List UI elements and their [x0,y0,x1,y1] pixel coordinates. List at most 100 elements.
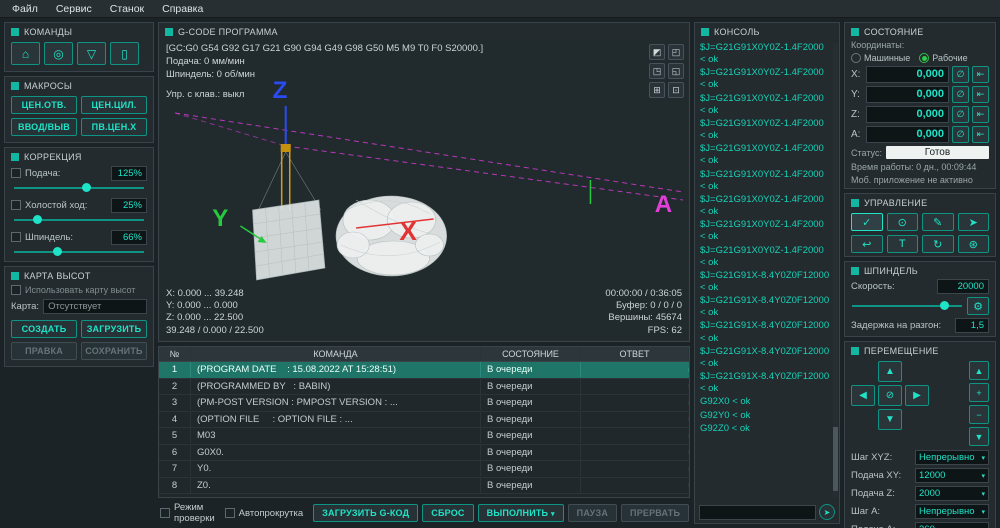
fit-selection-button[interactable]: ⊡ [668,82,684,98]
restart-button[interactable]: ↻ [922,235,954,253]
table-row[interactable]: 6 G0X0. В очереди [159,445,689,462]
console-scrollbar[interactable] [833,43,838,497]
console-send-button[interactable]: ➤ [819,504,835,520]
zero-axis-button[interactable]: ∅ [952,106,969,123]
restore-axis-button[interactable]: ⇤ [972,126,989,143]
table-header-cell[interactable]: КОМАНДА [191,347,481,361]
jog-a-minus-button[interactable]: − [969,405,989,424]
jog-a-plus-icon: + [976,388,981,398]
jog-setting-select[interactable]: 12000▾ [915,468,989,483]
heightmap-button[interactable]: ПРАВКА [11,342,77,360]
macro-button[interactable]: ЦЕН.ЦИЛ. [81,96,147,114]
fit-all-button[interactable]: ⊞ [649,82,665,98]
table-row[interactable]: 5 M03 В очереди [159,428,689,445]
spindle-settings-button[interactable]: ⚙ [967,297,989,315]
zero-axis-button[interactable]: ∅ [952,86,969,103]
search-button[interactable]: ⊙ [887,213,919,231]
table-row[interactable]: 3 (PM-POST VERSION : PMPOST VERSION : ..… [159,395,689,412]
view-left-button[interactable]: ◱ [668,63,684,79]
correction-value[interactable]: 125% [111,166,147,181]
table-row[interactable]: 8 Z0. В очереди [159,478,689,495]
panel-bullet-icon [851,199,859,207]
heightmap-button[interactable]: СОХРАНИТЬ [81,342,147,360]
jog-y-plus-button[interactable]: ▲ [878,361,902,382]
correction-checkbox[interactable] [11,200,21,210]
jog-setting-select[interactable]: 360▾ [915,522,989,528]
check-gcode-button[interactable]: ✓ [851,213,883,231]
console-input[interactable] [699,505,816,520]
macro-button[interactable]: ВВОД/ВЫВ [11,118,77,136]
jog-x-plus-button[interactable]: ▶ [905,385,929,406]
view-top-button[interactable]: ◰ [668,44,684,60]
view-front-button[interactable]: ◳ [649,63,665,79]
menu-item[interactable]: Справка [154,2,211,16]
jog-z-minus-button[interactable]: ▼ [969,427,989,446]
spindle-speed-value[interactable]: 20000 [937,279,989,294]
table-header-cell[interactable]: СОСТОЯНИЕ [481,347,581,361]
table-row[interactable]: 7 Y0. В очереди [159,461,689,478]
program-button[interactable]: ПРЕРВАТЬ [621,504,689,522]
jog-z-plus-button[interactable]: ▲ [969,361,989,380]
macro-button[interactable]: ПВ.ЦЕН.Х [81,118,147,136]
jog-x-minus-button[interactable]: ◀ [851,385,875,406]
slider-handle[interactable] [940,301,949,310]
coords-mode-radio[interactable]: Рабочие [919,53,967,63]
program-button[interactable]: ПАУЗА [568,504,617,522]
console-log[interactable]: $J=G21G91X0Y0Z-1.4F2000 < ok$J=G21G91X0Y… [695,40,839,501]
correction-value[interactable]: 66% [111,230,147,245]
correction-checkbox[interactable] [11,168,21,178]
restore-axis-button[interactable]: ⇤ [972,106,989,123]
jog-y-minus-button[interactable]: ▼ [878,409,902,430]
check-mode-checkbox[interactable] [160,508,170,518]
table-header-cell[interactable]: ОТВЕТ [581,347,689,361]
zero-point-button[interactable]: ◎ [44,42,73,65]
use-heightmap-label: Использовать карту высот [25,285,135,295]
return-origin-button[interactable]: ↩ [851,235,883,253]
correction-slider[interactable] [13,214,145,226]
jog-setting-select[interactable]: Непрерывно▾ [915,450,989,465]
program-button[interactable]: СБРОС [422,504,473,522]
macro-button[interactable]: ЦЕН.ОТВ. [11,96,77,114]
correction-checkbox[interactable] [11,232,21,242]
menu-item[interactable]: Файл [4,2,46,16]
restore-axis-button[interactable]: ⇤ [972,86,989,103]
program-button[interactable]: ЗАГРУЗИТЬ G-КОД [313,504,418,522]
jog-setting-select[interactable]: 2000▾ [915,486,989,501]
restore-axis-button[interactable]: ⇤ [972,66,989,83]
scrollbar-thumb[interactable] [833,427,838,491]
correction-slider[interactable] [13,182,145,194]
zero-axis-button[interactable]: ∅ [952,126,969,143]
spindle-speed-slider[interactable] [851,300,963,312]
row-command: (OPTION FILE : OPTION FILE : ... [191,412,481,427]
menu-item[interactable]: Станок [102,2,152,16]
edit-log-button[interactable]: ✎ [922,213,954,231]
status-label: Статус: [851,148,882,158]
unlock-button[interactable]: ⊛ [958,235,990,253]
correction-value[interactable]: 25% [111,198,147,213]
correction-panel-title: КОРРЕКЦИЯ [5,148,153,165]
jog-setting-select[interactable]: Непрерывно▾ [915,504,989,519]
home-button[interactable]: ⌂ [11,42,40,65]
probe-button[interactable]: ▽ [77,42,106,65]
coords-mode-radio[interactable]: Машинные [851,53,910,63]
use-heightmap-checkbox[interactable] [11,285,21,295]
jog-a-plus-button[interactable]: + [969,383,989,402]
spinup-delay-value[interactable]: 1,5 [955,318,989,333]
view-isometric-button[interactable]: ◩ [649,44,665,60]
heightmap-button[interactable]: ЗАГРУЗИТЬ [81,320,147,338]
tool-change-button[interactable]: T [887,235,919,253]
visualizer-3d[interactable]: Z Y [160,40,688,340]
table-row[interactable]: 1 (PROGRAM DATE : 15.08.2022 AT 15:28:51… [159,362,689,379]
zero-axis-button[interactable]: ∅ [952,66,969,83]
program-button[interactable]: ВЫПОЛНИТЬ ▾ [478,504,564,522]
autoscroll-checkbox[interactable] [225,508,235,518]
table-header-cell[interactable]: № [159,347,191,361]
table-row[interactable]: 2 (PROGRAMMED BY : BABIN) В очереди [159,379,689,396]
correction-slider[interactable] [13,246,145,258]
table-row[interactable]: 4 (OPTION FILE : OPTION FILE : ... В оче… [159,412,689,429]
jog-stop-button[interactable]: ⊘ [878,385,902,406]
run-button[interactable]: ➤ [958,213,990,231]
menu-item[interactable]: Сервис [48,2,100,16]
mobile-app-button[interactable]: ▯ [110,42,139,65]
heightmap-button[interactable]: СОЗДАТЬ [11,320,77,338]
